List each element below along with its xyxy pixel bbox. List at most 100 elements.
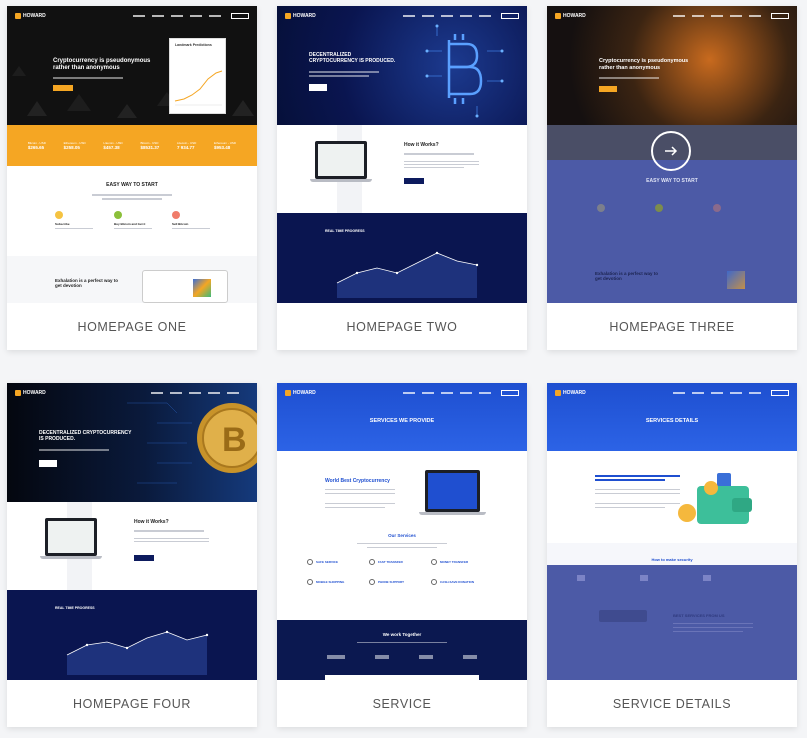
- thumbnail-homepage-two[interactable]: HOWARD DECENTRALIZED CRYPTOCURRENCY IS P…: [277, 6, 527, 303]
- money-icon: [431, 559, 437, 565]
- bitcoin-icon: [655, 204, 663, 212]
- stat-item: Bitcoin - USD $265.65: [27, 141, 46, 150]
- best-services-title: BEST SERVICES FROM US: [673, 613, 725, 618]
- bitcoin-icon: [114, 211, 122, 219]
- nav-button: [771, 13, 789, 19]
- stats-bar: Bitcoin - USD $265.65 Ethereum - USD $25…: [7, 125, 257, 166]
- demo-grid: HOWARD Cryptocurrency is pseudonymous ra…: [0, 0, 807, 738]
- nav-menu: [403, 392, 491, 394]
- feature-label: Subscribe: [55, 222, 70, 226]
- chart-card: Landmark Predictions: [169, 38, 226, 114]
- navbar: HOWARD: [547, 383, 797, 403]
- security-title: How to make security: [651, 557, 693, 562]
- transfer-icon: [369, 559, 375, 565]
- nav-menu: [673, 392, 761, 394]
- hero-heading: DECENTRALIZED CRYPTOCURRENCY IS PRODUCED…: [309, 52, 396, 64]
- donation-icon: [431, 579, 437, 585]
- stat-item: Litecoin - USD 7 934.77: [176, 141, 197, 150]
- hero-heading: SERVICES WE PROVIDE: [369, 418, 435, 424]
- thumbnail-service-details[interactable]: HOWARD SERVICES DETAILS How to make secu…: [547, 383, 797, 680]
- nav-button: [231, 13, 249, 19]
- stat-item: Litecoin - USD $457.38: [103, 141, 123, 150]
- hero-button: [53, 85, 73, 91]
- stat-item: Ethereum - USD $258.05: [63, 141, 86, 150]
- wallet-illustration: [678, 473, 752, 524]
- feature-label: Sell Bitcoin: [172, 222, 189, 226]
- laptop-mockup: [142, 270, 228, 303]
- shield-icon: [307, 559, 313, 565]
- nav-menu: [403, 15, 491, 17]
- demo-card-service-details[interactable]: HOWARD SERVICES DETAILS How to make secu…: [547, 383, 797, 727]
- service-item: SAFE SERVICE: [307, 559, 369, 565]
- chart-section: REAL TIME PROGRESS: [7, 590, 257, 680]
- sell-icon: [713, 204, 721, 212]
- demo-card-service[interactable]: HOWARD SERVICES WE PROVIDE World Best Cr…: [277, 383, 527, 727]
- feature-title: World Best Cryptocurrency: [325, 478, 390, 484]
- demo-label[interactable]: HOMEPAGE THREE: [547, 303, 797, 350]
- bottom-heading: Exhalation is a perfect way to get devot…: [55, 278, 119, 289]
- overlay-section: BEST SERVICES FROM US: [547, 565, 797, 680]
- partner-logos: [312, 655, 492, 659]
- hero-heading: SERVICES DETAILS: [645, 418, 699, 424]
- service-item: MONEY TRANSFER: [431, 559, 493, 565]
- services-grid: SAFE SERVICE FAST TRANSFER MONEY TRANSFE…: [307, 559, 493, 585]
- nav-button: [501, 390, 519, 396]
- chart-line: [174, 70, 223, 106]
- navbar: HOWARD: [277, 383, 527, 403]
- services-title: Our Services: [388, 533, 416, 538]
- section-title: EASY WAY TO START: [106, 182, 158, 188]
- work-title: We work Together: [382, 632, 422, 637]
- thumbnail-homepage-three[interactable]: HOWARD Cryptocurrency is pseudonymous ra…: [547, 6, 797, 303]
- thumbnail-homepage-one[interactable]: HOWARD Cryptocurrency is pseudonymous ra…: [7, 6, 257, 303]
- arrow-right-icon: [665, 146, 678, 156]
- nav-button: [771, 390, 789, 396]
- logo: HOWARD: [15, 390, 46, 396]
- service-item: PHONE SUPPORT: [369, 579, 431, 585]
- demo-label[interactable]: HOMEPAGE ONE: [7, 303, 257, 350]
- nav-button: [501, 13, 519, 19]
- subscribe-icon: [597, 204, 605, 212]
- logo: HOWARD: [285, 13, 316, 19]
- next-arrow-button[interactable]: [651, 131, 691, 171]
- progress-chart: [66, 630, 209, 675]
- feature-label: Buy Bitcoin and Get it: [114, 222, 146, 226]
- logo: HOWARD: [15, 13, 46, 19]
- read-more-button: [134, 555, 154, 561]
- hero-heading: Cryptocurrency is pseudonymous rather th…: [599, 58, 689, 71]
- cart-icon: [307, 579, 313, 585]
- sell-icon: [172, 211, 180, 219]
- logo: HOWARD: [555, 13, 586, 19]
- how-it-works-title: How it Works?: [134, 519, 169, 525]
- hero-heading: Cryptocurrency is pseudonymous rather th…: [53, 58, 151, 72]
- demo-label[interactable]: SERVICE DETAILS: [547, 680, 797, 727]
- demo-card-homepage-three[interactable]: HOWARD Cryptocurrency is pseudonymous ra…: [547, 6, 797, 350]
- service-item: MOBILE SHOPPING: [307, 579, 369, 585]
- stat-item: Ethereum - USD $953.48: [214, 141, 237, 150]
- logo: HOWARD: [285, 390, 316, 396]
- thumbnail-homepage-four[interactable]: B HOWARD DECENTRALIZED CRYPTOCURRENCY IS…: [7, 383, 257, 680]
- demo-label[interactable]: SERVICE: [277, 680, 527, 727]
- nav-menu: [151, 392, 239, 394]
- navbar: HOWARD: [7, 383, 257, 403]
- demo-label[interactable]: HOMEPAGE TWO: [277, 303, 527, 350]
- navbar: HOWARD: [277, 6, 527, 26]
- thumbnail-service[interactable]: HOWARD SERVICES WE PROVIDE World Best Cr…: [277, 383, 527, 680]
- demo-card-homepage-two[interactable]: HOWARD DECENTRALIZED CRYPTOCURRENCY IS P…: [277, 6, 527, 350]
- security-section: How to make security: [547, 543, 797, 565]
- service-item: CASH-SAVE DONATION: [431, 579, 493, 585]
- phone-icon: [369, 579, 375, 585]
- demo-card-homepage-one[interactable]: HOWARD Cryptocurrency is pseudonymous ra…: [7, 6, 257, 350]
- demo-card-homepage-four[interactable]: B HOWARD DECENTRALIZED CRYPTOCURRENCY IS…: [7, 383, 257, 727]
- demo-label[interactable]: HOMEPAGE FOUR: [7, 680, 257, 727]
- nav-menu: [673, 15, 761, 17]
- subscribe-icon: [55, 211, 63, 219]
- how-it-works-title: How it Works?: [404, 142, 439, 148]
- progress-chart: [336, 251, 479, 298]
- bottom-section: Exhalation is a perfect way to get devot…: [7, 256, 257, 303]
- svg-text:B: B: [222, 421, 247, 459]
- hero-heading: DECENTRALIZED CRYPTOCURRENCY IS PRODUCED…: [39, 430, 132, 442]
- nav-menu: [133, 15, 221, 17]
- hero-button: [39, 460, 57, 467]
- logo: HOWARD: [555, 390, 586, 396]
- section-title: EASY WAY TO START: [646, 178, 698, 184]
